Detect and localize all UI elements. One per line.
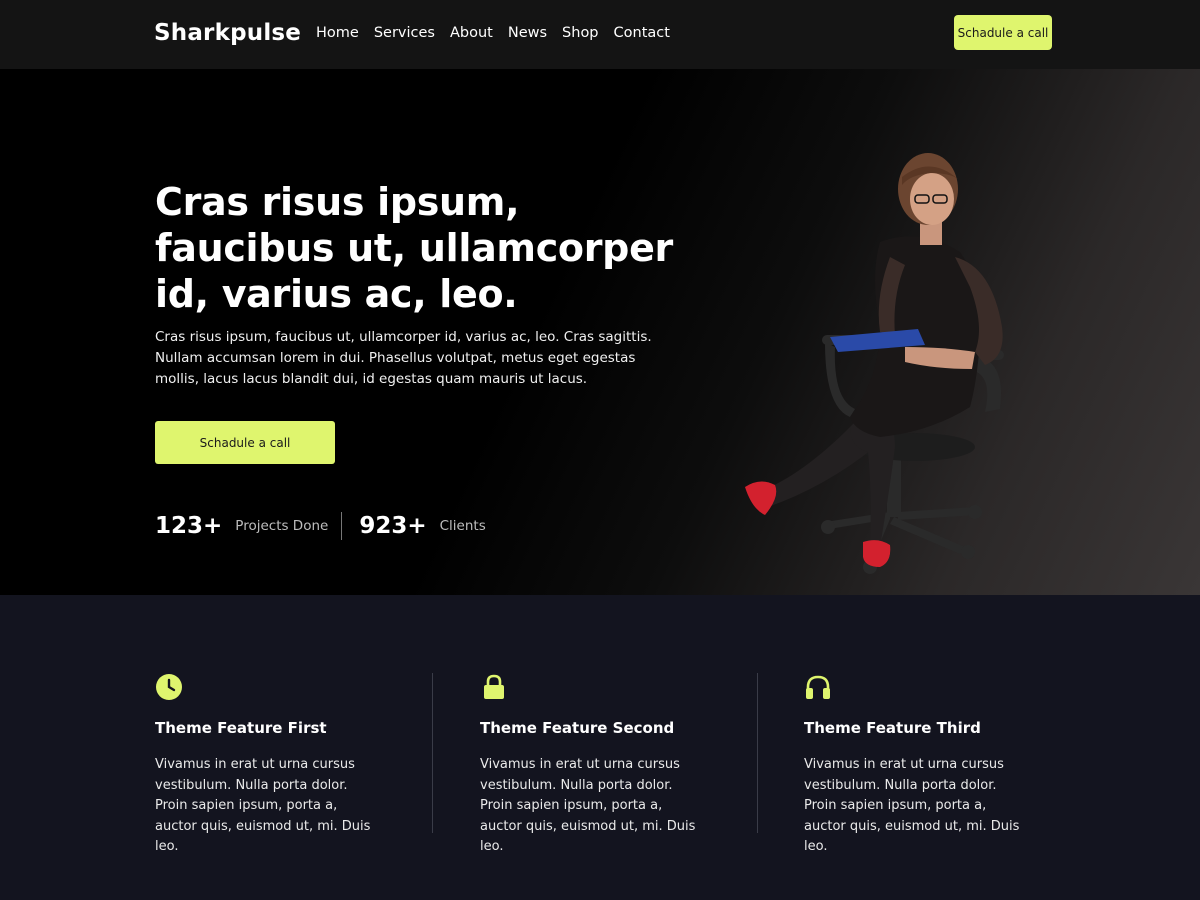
header-schedule-call-button[interactable]: Schadule a call bbox=[954, 15, 1052, 50]
feature-third: Theme Feature Third Vivamus in erat ut u… bbox=[804, 673, 1044, 858]
stat-number: 923+ bbox=[359, 513, 427, 539]
stat-label: Projects Done bbox=[235, 518, 329, 534]
hero-schedule-call-button[interactable]: Schadule a call bbox=[155, 421, 335, 464]
hero-title: Cras risus ipsum, faucibus ut, ullamcorp… bbox=[155, 180, 673, 316]
main-nav: Home Services About News Shop Contact bbox=[316, 24, 685, 42]
nav-news[interactable]: News bbox=[508, 24, 547, 42]
feature-text: Vivamus in erat ut urna cursus vestibulu… bbox=[804, 757, 1020, 854]
nav-about[interactable]: About bbox=[450, 24, 493, 42]
lock-icon bbox=[484, 674, 504, 699]
stat-projects: 123+ Projects Done bbox=[155, 513, 328, 539]
feature-divider bbox=[432, 673, 433, 833]
hero-section: Cras risus ipsum, faucibus ut, ullamcorp… bbox=[0, 69, 1200, 595]
nav-home[interactable]: Home bbox=[316, 24, 359, 42]
hero-stats: 123+ Projects Done 923+ Clients bbox=[155, 512, 486, 540]
feature-first: Theme Feature First Vivamus in erat ut u… bbox=[155, 673, 395, 858]
site-header: Sharkpulse Home Services About News Shop… bbox=[0, 0, 1200, 69]
feature-title: Theme Feature Second bbox=[480, 719, 675, 737]
features-section: Theme Feature First Vivamus in erat ut u… bbox=[0, 595, 1200, 900]
stat-clients: 923+ Clients bbox=[359, 513, 485, 539]
clock-icon bbox=[156, 674, 182, 700]
feature-text: Vivamus in erat ut urna cursus vestibulu… bbox=[155, 757, 371, 854]
site-logo[interactable]: Sharkpulse bbox=[154, 20, 301, 46]
stat-divider bbox=[341, 512, 343, 540]
feature-text: Vivamus in erat ut urna cursus vestibulu… bbox=[480, 757, 696, 854]
hero-person-image bbox=[745, 153, 1004, 574]
feature-title: Theme Feature First bbox=[155, 719, 327, 737]
feature-divider bbox=[757, 673, 758, 833]
nav-services[interactable]: Services bbox=[374, 24, 435, 42]
hero-description: Cras risus ipsum, faucibus ut, ullamcorp… bbox=[155, 329, 652, 387]
stat-label: Clients bbox=[439, 518, 486, 534]
feature-second: Theme Feature Second Vivamus in erat ut … bbox=[480, 673, 720, 858]
feature-title: Theme Feature Third bbox=[804, 719, 981, 737]
nav-contact[interactable]: Contact bbox=[614, 24, 670, 42]
headphones-icon bbox=[806, 675, 830, 699]
nav-shop[interactable]: Shop bbox=[562, 24, 598, 42]
stat-number: 123+ bbox=[155, 513, 223, 539]
